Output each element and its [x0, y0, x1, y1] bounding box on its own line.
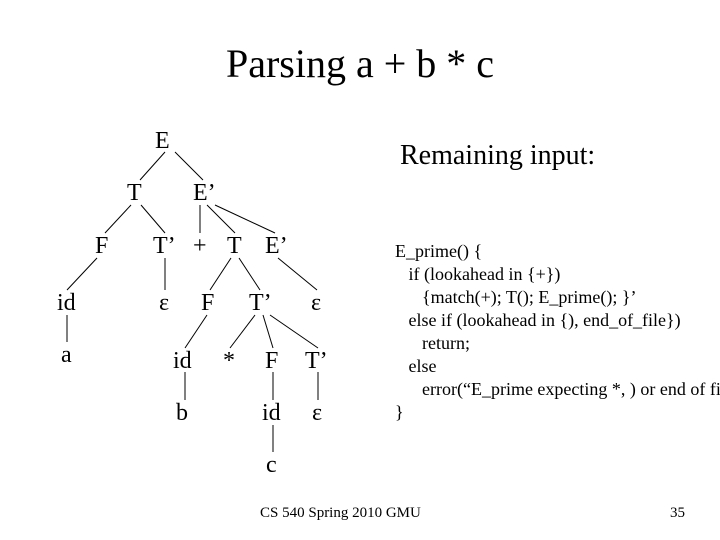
code-line: error(“E_prime expecting *, ) or end of … [395, 379, 720, 399]
tree-node: E’ [193, 180, 216, 207]
code-line: } [395, 402, 404, 422]
slide-number: 35 [670, 505, 685, 522]
slide-title: Parsing a + b * c [0, 40, 720, 87]
tree-node: T [127, 180, 142, 207]
tree-node: F [201, 290, 214, 317]
tree-node: id [173, 348, 192, 375]
tree-node: b [176, 400, 188, 427]
tree-node: F [95, 233, 108, 260]
remaining-input-label: Remaining input: [400, 140, 595, 172]
code-line: E_prime() { [395, 241, 482, 261]
tree-node: a [61, 342, 72, 369]
tree-node: T’ [249, 290, 272, 317]
code-line: else if (lookahead in {), end_of_file}) [395, 310, 681, 330]
tree-node: ε [311, 290, 321, 317]
tree-node: id [262, 400, 281, 427]
code-block: E_prime() { if (lookahead in {+}) {match… [395, 240, 720, 424]
code-line: if (lookahead in {+}) [395, 264, 560, 284]
tree-node: * [223, 348, 235, 375]
tree-node: ε [159, 290, 169, 317]
footer-course: CS 540 Spring 2010 GMU [260, 505, 421, 522]
code-line: return; [395, 333, 470, 353]
tree-node: T [227, 233, 242, 260]
tree-node: id [57, 290, 76, 317]
tree-node: c [266, 452, 277, 479]
slide: { "title": "Parsing a + b * c", "remaini… [0, 0, 720, 540]
tree-node: T’ [305, 348, 328, 375]
parse-tree: E T E’ F T’ + T E’ id a ε F T’ ε id b * … [35, 120, 415, 520]
tree-edges [35, 120, 415, 520]
tree-node: + [193, 233, 207, 260]
tree-node: T’ [153, 233, 176, 260]
tree-node: F [265, 348, 278, 375]
tree-node: ε [312, 400, 322, 427]
tree-node: E’ [265, 233, 288, 260]
tree-node: E [155, 128, 170, 155]
code-line: {match(+); T(); E_prime(); }’ [395, 287, 637, 307]
code-line: else [395, 356, 436, 376]
